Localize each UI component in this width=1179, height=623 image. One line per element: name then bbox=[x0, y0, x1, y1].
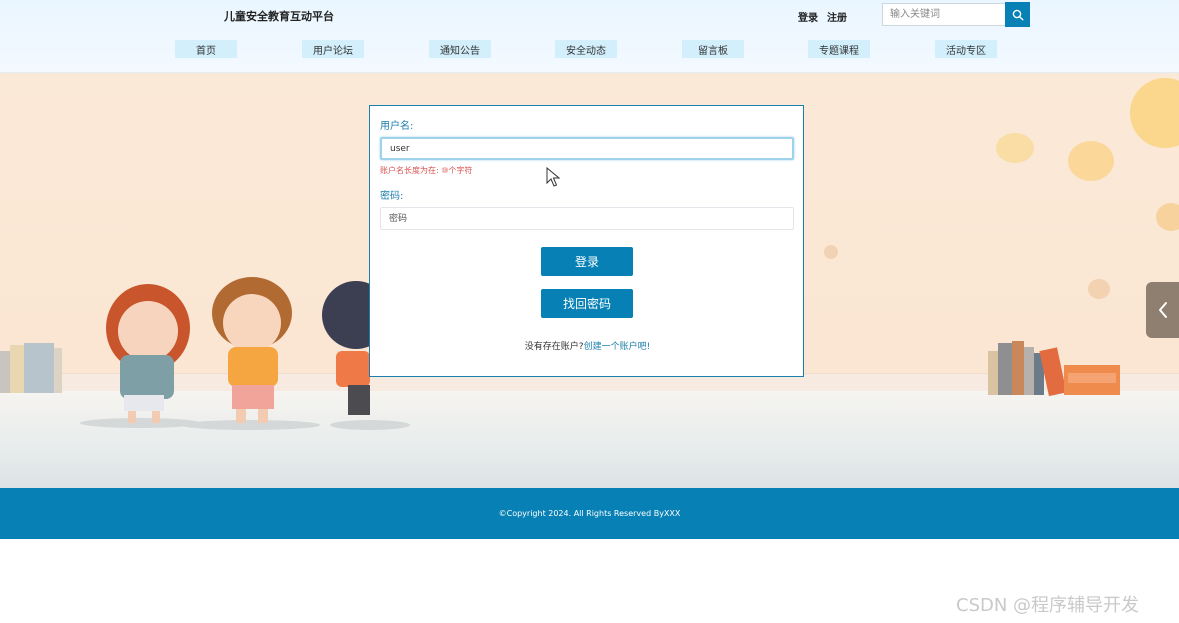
password-label: 密码: bbox=[380, 191, 404, 202]
watermark-text: CSDN @程序辅导开发 bbox=[956, 595, 1140, 616]
chevron-left-icon bbox=[1158, 302, 1167, 318]
login-button[interactable]: 登录 bbox=[541, 247, 633, 276]
register-prompt: 没有存在账户?创建一个账户吧! bbox=[370, 339, 805, 352]
login-link[interactable]: 登录 bbox=[798, 9, 818, 24]
side-collapse-button[interactable] bbox=[1146, 282, 1179, 338]
main-nav: 首页 用户论坛 通知公告 安全动态 留言板 专题课程 活动专区 bbox=[0, 40, 1179, 58]
mouse-cursor-icon bbox=[546, 167, 560, 187]
username-input[interactable] bbox=[380, 137, 794, 160]
password-input[interactable] bbox=[380, 207, 794, 230]
register-link[interactable]: 注册 bbox=[827, 9, 847, 24]
nav-item-safety-news[interactable]: 安全动态 bbox=[555, 40, 617, 58]
forgot-password-button[interactable]: 找回密码 bbox=[541, 289, 633, 318]
books-right-illustration bbox=[988, 341, 1120, 397]
site-title: 儿童安全教育互动平台 bbox=[224, 10, 334, 23]
create-account-link[interactable]: 创建一个账户吧! bbox=[584, 342, 651, 352]
nav-item-courses[interactable]: 专题课程 bbox=[808, 40, 870, 58]
child-illustration bbox=[80, 284, 200, 428]
nav-item-home[interactable]: 首页 bbox=[175, 40, 237, 58]
site-footer: ©Copyright 2024. All Rights Reserved ByX… bbox=[0, 488, 1179, 539]
nav-item-forum[interactable]: 用户论坛 bbox=[302, 40, 364, 58]
copyright-text: ©Copyright 2024. All Rights Reserved ByX… bbox=[498, 509, 681, 518]
nav-item-message-board[interactable]: 留言板 bbox=[682, 40, 744, 58]
search-button[interactable] bbox=[1005, 2, 1030, 27]
username-label: 用户名: bbox=[380, 121, 414, 132]
child-illustration bbox=[180, 277, 320, 430]
nav-item-activities[interactable]: 活动专区 bbox=[935, 40, 997, 58]
site-header: 儿童安全教育互动平台 登录 注册 首页 用户论坛 通知公告 安全动态 留言板 专… bbox=[0, 0, 1179, 73]
username-error: 账户名长度为在: ⑩个字符 bbox=[380, 166, 473, 175]
no-account-text: 没有存在账户? bbox=[524, 342, 584, 352]
books-left-illustration bbox=[0, 343, 62, 393]
search-icon bbox=[1012, 9, 1024, 21]
search-input[interactable] bbox=[882, 3, 1006, 26]
nav-item-notices[interactable]: 通知公告 bbox=[429, 40, 491, 58]
login-form: 用户名: 账户名长度为在: ⑩个字符 密码: 登录 找回密码 没有存在账户?创建… bbox=[369, 105, 804, 377]
